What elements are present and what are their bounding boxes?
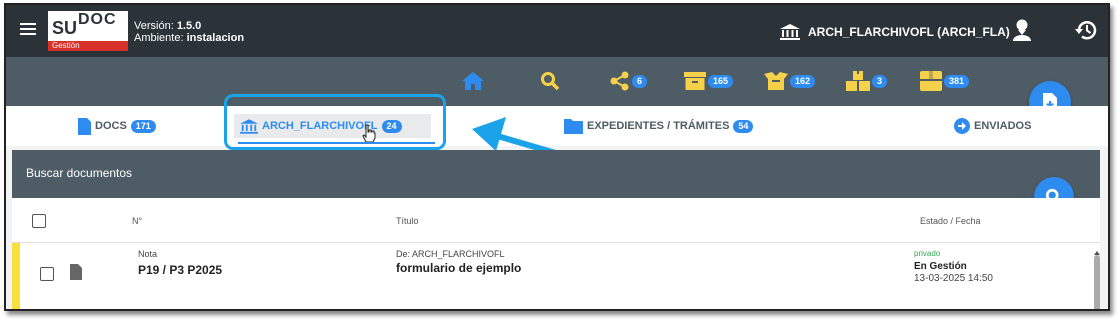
tab-docs-label: DOCS: [95, 120, 127, 132]
tab-enviados[interactable]: ENVIADOS: [954, 114, 1031, 138]
row-privacy: privado: [914, 249, 941, 258]
search-panel[interactable]: Buscar documentos: [12, 150, 1100, 198]
nav-home[interactable]: [462, 69, 484, 93]
col-header-status: Estado / Fecha: [920, 216, 981, 226]
tab-enviados-label: ENVIADOS: [974, 120, 1032, 132]
institution-icon: [780, 24, 800, 40]
col-header-title: Título: [396, 216, 419, 226]
user-icon[interactable]: [1012, 19, 1032, 41]
history-icon[interactable]: [1075, 19, 1097, 41]
scrollbar-thumb[interactable]: [1094, 255, 1100, 309]
logo-su: SU: [52, 18, 78, 38]
nav-bar: 6 165 162 3 381: [6, 57, 1108, 106]
arrow-circle-right-icon: [954, 118, 970, 134]
version-info: Versión: 1.5.0 Ambiente: instalacion: [134, 20, 244, 44]
menu-icon[interactable]: [20, 23, 36, 36]
env-value: instalacion: [186, 32, 245, 44]
row-status-bar: [12, 243, 20, 309]
row-type: Nota: [138, 249, 158, 259]
version-value: 1.5.0: [176, 20, 202, 32]
package-count: 381: [944, 74, 970, 88]
row-from: De: ARCH_FLARCHIVOFL: [396, 249, 505, 259]
app-logo: SU DOC Gestión: [48, 11, 128, 51]
archive-selector-label: ARCH_FLARCHIVOFL (ARCH_FLA): [808, 25, 1010, 39]
boxes-count: 162: [790, 74, 816, 88]
row-checkbox[interactable]: [40, 267, 54, 281]
table-row[interactable]: Nota P19 / P3 P2025 De: ARCH_FLARCHIVOFL…: [12, 243, 1092, 309]
select-all-checkbox[interactable]: [32, 214, 46, 228]
search-icon: [541, 72, 560, 91]
nav-search[interactable]: [540, 69, 560, 93]
document-icon: [70, 264, 82, 280]
row-status: En Gestión: [914, 261, 967, 272]
nav-boxes[interactable]: 162: [764, 69, 816, 93]
search-panel-title: Buscar documentos: [26, 166, 133, 180]
highlight-box: [224, 94, 446, 150]
nav-packages[interactable]: 381: [920, 69, 970, 93]
row-number: P19 / P3 P2025: [138, 263, 223, 277]
open-box-icon: [764, 72, 788, 90]
env-label: Ambiente:: [134, 32, 184, 44]
col-header-number: N°: [132, 216, 143, 226]
logo-docs: DOC: [78, 11, 117, 28]
document-icon: [78, 117, 91, 135]
share-count: 6: [632, 74, 648, 88]
tab-docs-count: 171: [130, 119, 156, 133]
pallets-count: 3: [872, 74, 888, 88]
table-header: N° Título Estado / Fecha: [12, 198, 1100, 243]
nav-inbox[interactable]: 165: [684, 69, 734, 93]
document-list: N° Título Estado / Fecha Nota P19 / P3 P…: [12, 198, 1100, 309]
nav-pallets[interactable]: 3: [846, 69, 888, 93]
archive-box-icon: [684, 72, 706, 90]
pallet-boxes-icon: [846, 71, 870, 91]
row-title: formulario de ejemplo: [396, 261, 522, 275]
home-icon: [462, 72, 484, 90]
archive-selector[interactable]: ARCH_FLARCHIVOFL (ARCH_FLA): [780, 23, 1026, 41]
app-window: SU DOC Gestión Versión: 1.5.0 Ambiente: …: [4, 3, 1110, 311]
package-icon: [920, 71, 942, 91]
logo-gestion: Gestión: [48, 41, 128, 51]
top-bar: SU DOC Gestión Versión: 1.5.0 Ambiente: …: [6, 5, 1108, 57]
inbox-count: 165: [708, 74, 734, 88]
scrollbar[interactable]: [1094, 243, 1100, 309]
tab-docs[interactable]: DOCS 171: [78, 114, 156, 138]
version-label: Versión:: [134, 20, 174, 32]
share-icon: [610, 71, 629, 91]
nav-shared[interactable]: 6: [610, 69, 648, 93]
tab-expedientes-count: 54: [733, 119, 754, 133]
row-date: 13-03-2025 14:50: [914, 273, 993, 284]
